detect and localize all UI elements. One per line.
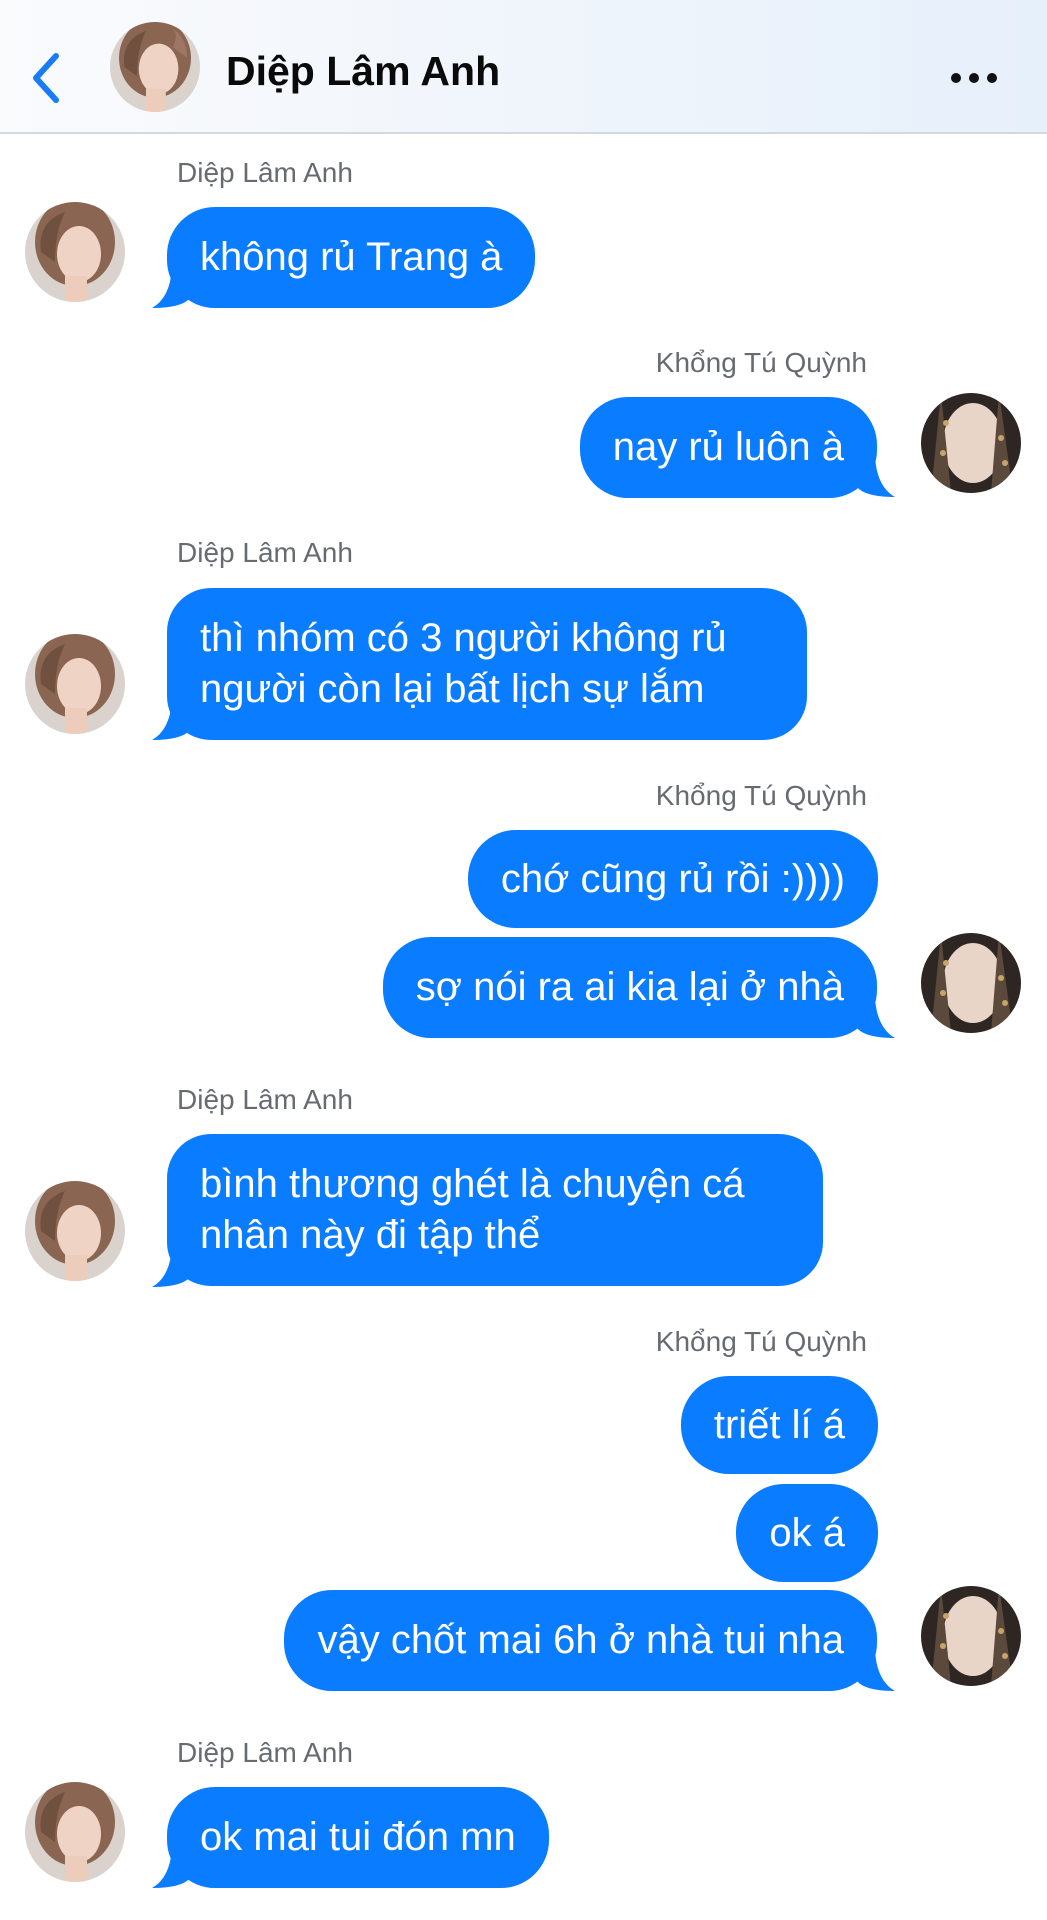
avatar-diep-lam-anh[interactable] <box>25 1782 125 1882</box>
avatar-diep-lam-anh[interactable] <box>25 1181 125 1281</box>
avatar-image <box>25 1181 125 1281</box>
message-bubble[interactable]: nay rủ luôn à <box>579 397 877 498</box>
message-bubble[interactable]: bình thương ghét là chuyện cá nhân này đ… <box>167 1134 823 1286</box>
avatar-khong-tu-quynh[interactable] <box>921 1586 1021 1686</box>
message-bubble[interactable]: ok á <box>736 1484 878 1582</box>
more-icon-dot <box>969 73 979 83</box>
avatar-diep-lam-anh[interactable] <box>25 634 125 734</box>
more-options-button[interactable] <box>944 60 1004 96</box>
message-bubble[interactable]: sợ nói ra ai kia lại ở nhà <box>382 937 877 1038</box>
sender-name: Diệp Lâm Anh <box>177 537 353 568</box>
avatar-image <box>921 393 1021 493</box>
avatar-khong-tu-quynh[interactable] <box>921 393 1021 493</box>
avatar-diep-lam-anh[interactable] <box>25 202 125 302</box>
contact-avatar[interactable] <box>110 22 200 112</box>
chat-header: Diệp Lâm Anh <box>0 0 1047 134</box>
message-bubble[interactable]: thì nhóm có 3 người không rủ người còn l… <box>167 588 807 740</box>
more-horizontal-icon <box>951 73 961 83</box>
avatar-image <box>921 933 1021 1033</box>
sender-name: Diệp Lâm Anh <box>177 1737 353 1768</box>
message-bubble[interactable]: ok mai tui đón mn <box>167 1787 549 1888</box>
avatar-image <box>25 634 125 734</box>
message-bubble[interactable]: không rủ Trang à <box>167 207 536 308</box>
message-bubble[interactable]: vậy chốt mai 6h ở nhà tui nha <box>284 1590 877 1691</box>
sender-name: Khổng Tú Quỳnh <box>655 1326 867 1357</box>
chevron-left-icon <box>33 53 59 103</box>
message-bubble[interactable]: chớ cũng rủ rồi :)))) <box>467 830 878 928</box>
avatar-khong-tu-quynh[interactable] <box>921 933 1021 1033</box>
sender-name: Diệp Lâm Anh <box>177 157 353 188</box>
avatar-image <box>921 1586 1021 1686</box>
avatar-image <box>25 1782 125 1882</box>
more-icon-dot <box>987 73 997 83</box>
sender-name: Khổng Tú Quỳnh <box>655 347 867 378</box>
contact-avatar-image <box>110 22 200 112</box>
sender-name: Diệp Lâm Anh <box>177 1084 353 1115</box>
sender-name: Khổng Tú Quỳnh <box>655 780 867 811</box>
conversation-title: Diệp Lâm Anh <box>226 48 501 94</box>
back-button[interactable] <box>26 48 66 108</box>
avatar-image <box>25 202 125 302</box>
message-bubble[interactable]: triết lí á <box>680 1376 878 1474</box>
